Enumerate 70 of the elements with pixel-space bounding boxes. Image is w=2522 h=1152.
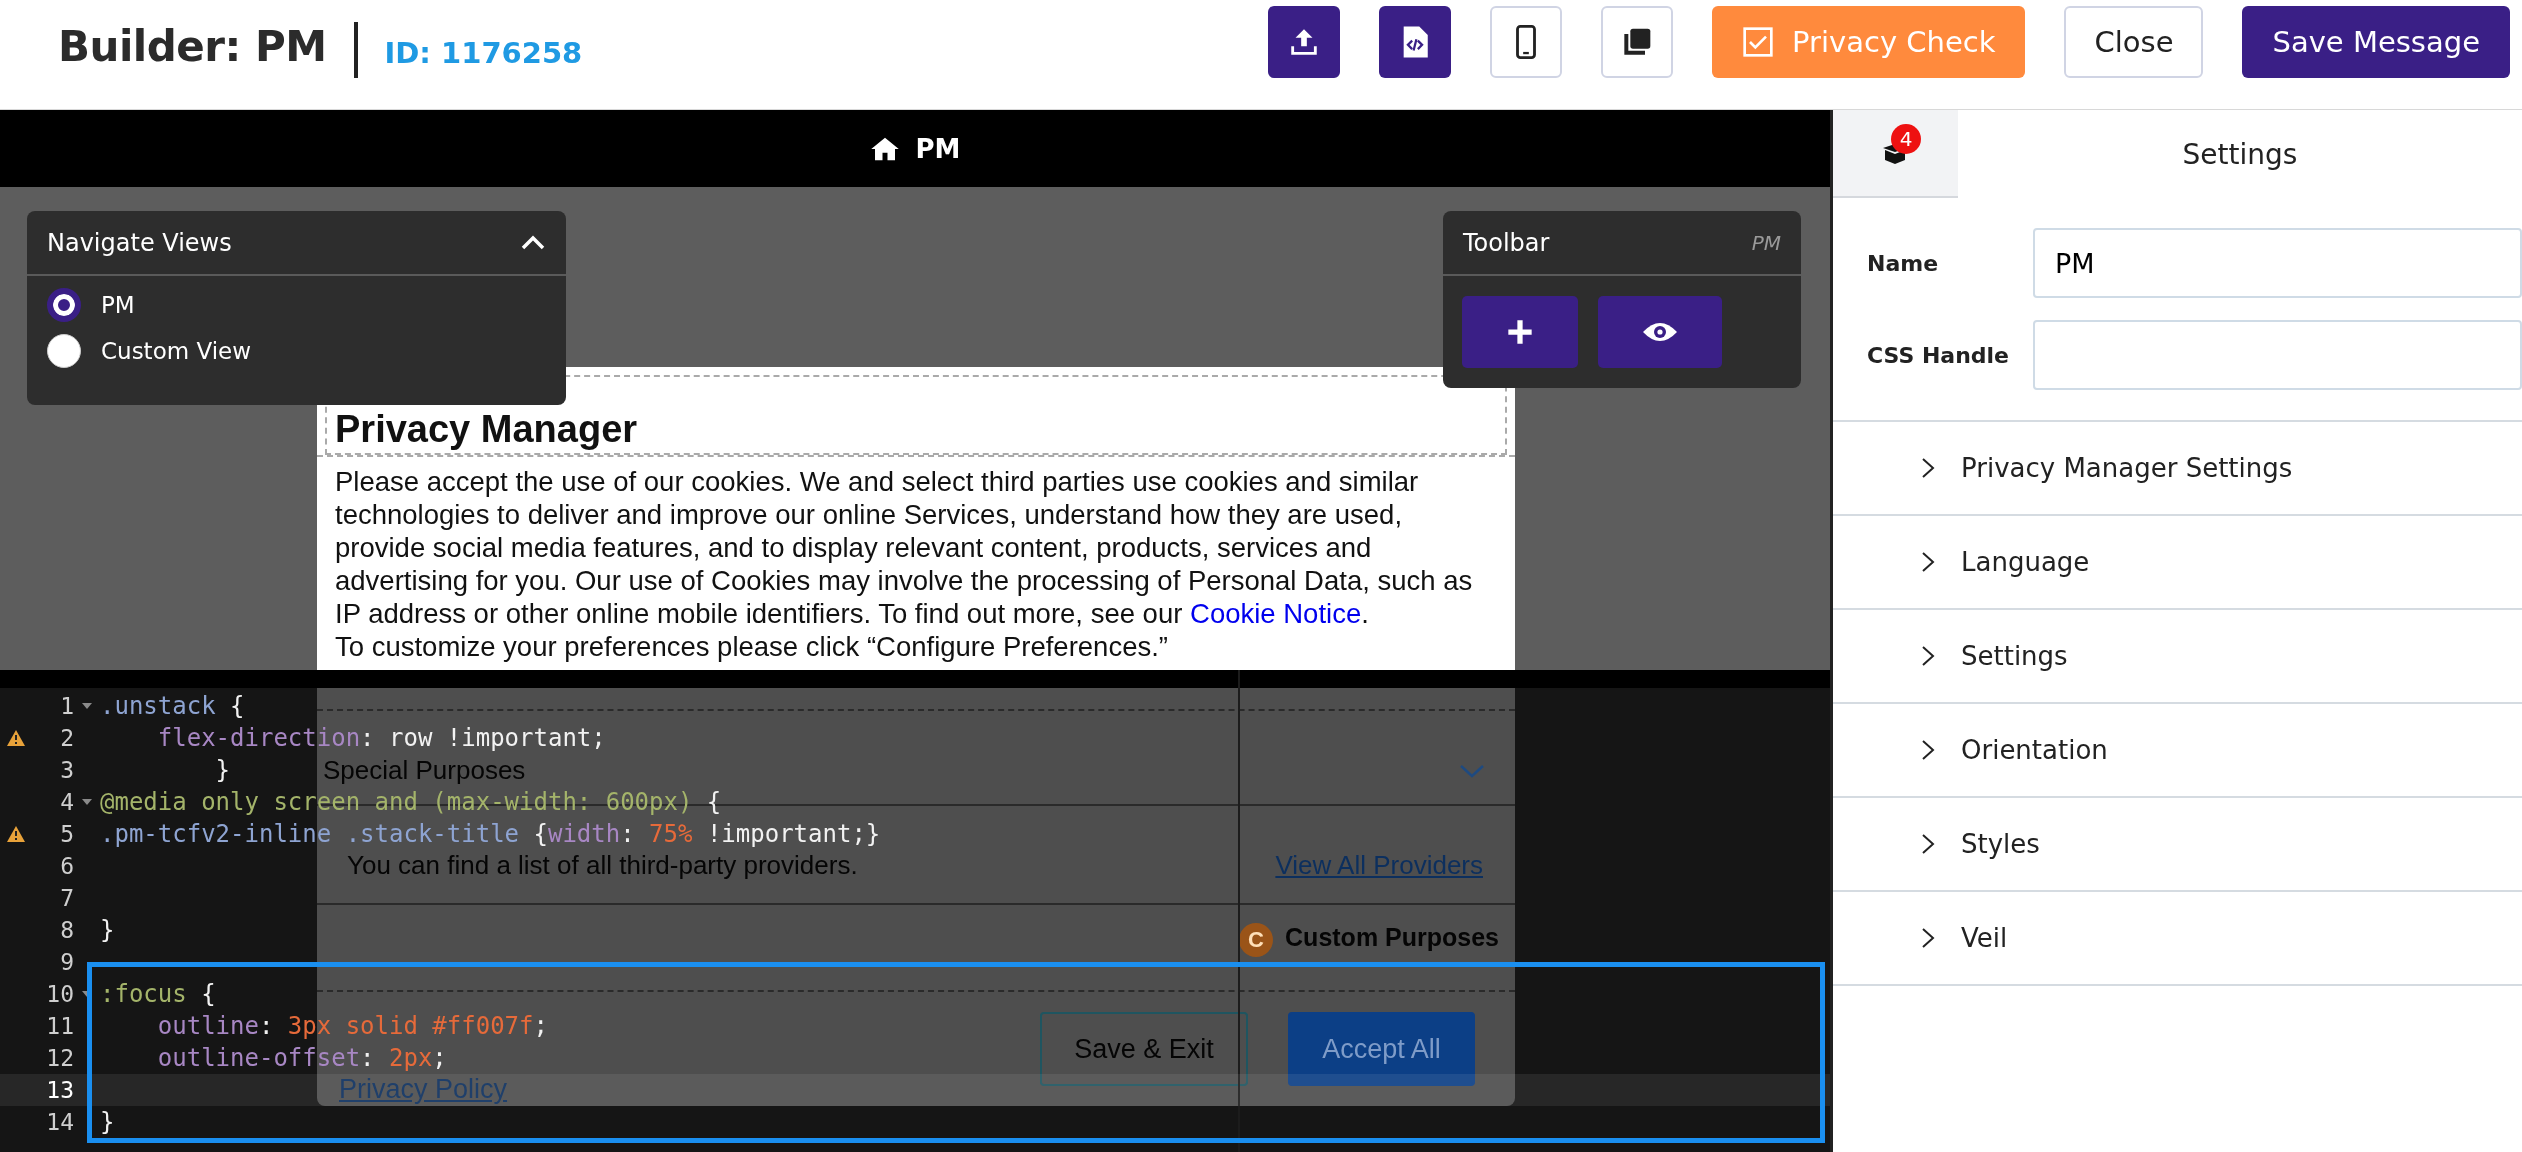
- message-id: ID: 1176258: [384, 36, 583, 70]
- accordion-item[interactable]: Settings: [1833, 610, 2522, 704]
- line-number: 2: [60, 725, 74, 751]
- home-icon: [869, 135, 900, 162]
- code-line: .unstack {: [100, 692, 245, 720]
- line-number: 14: [46, 1109, 74, 1135]
- line-number: 13: [46, 1077, 74, 1103]
- code-line: }: [214, 756, 231, 784]
- checkbox-icon: [1742, 26, 1775, 58]
- field-label: CSS Handle: [1867, 342, 2011, 368]
- category-badge: C: [1239, 923, 1274, 957]
- eye-icon: [1642, 320, 1678, 344]
- field-label: Name: [1867, 250, 1940, 276]
- fold-caret-icon[interactable]: [81, 798, 93, 806]
- line-number: 9: [60, 949, 74, 975]
- copy-button[interactable]: [1601, 6, 1674, 78]
- plus-icon: [1506, 318, 1534, 346]
- code-line: outline-offset: 2px;: [156, 1044, 447, 1072]
- line-number: 8: [60, 917, 74, 943]
- fold-caret-icon[interactable]: [81, 702, 93, 710]
- dialog-title: Privacy Manager: [335, 408, 638, 450]
- chevron-up-icon[interactable]: [520, 234, 546, 251]
- accordion-item[interactable]: Styles: [1833, 798, 2522, 892]
- input-field[interactable]: [2033, 320, 2522, 390]
- count-badge: 4: [1891, 124, 1921, 154]
- add-button[interactable]: [1462, 296, 1578, 368]
- radio-button[interactable]: [47, 288, 81, 322]
- line-number: 3: [60, 757, 74, 783]
- view-title: PM: [915, 133, 961, 164]
- section-title: Special Purposes: [323, 755, 526, 786]
- code-line: flex-direction: row !important;: [156, 724, 606, 752]
- toolbar-button[interactable]: Save Message: [2242, 6, 2510, 78]
- code-line: @media only screen and (max-width: 600px) {: [100, 788, 722, 816]
- accordion-item[interactable]: Privacy Manager Settings: [1833, 422, 2522, 516]
- radio-label[interactable]: Custom View: [101, 338, 251, 364]
- panel-title: Toolbar: [1463, 228, 1550, 257]
- line-number: 12: [46, 1045, 74, 1071]
- components-tab[interactable]: 4: [1833, 110, 1958, 198]
- dialog-button[interactable]: Accept All: [1288, 1012, 1475, 1086]
- line-number: 11: [46, 1013, 74, 1039]
- toolbar-button[interactable]: Close: [2064, 6, 2204, 78]
- line-number: 4: [60, 789, 74, 815]
- mobile-preview-button[interactable]: [1490, 6, 1563, 78]
- code-file-button[interactable]: [1379, 6, 1452, 78]
- code-line: :focus {: [100, 980, 216, 1008]
- accordion-item[interactable]: Orientation: [1833, 704, 2522, 798]
- preview-button[interactable]: [1598, 296, 1722, 368]
- cookie-notice-link[interactable]: Cookie Notice: [1190, 598, 1362, 629]
- custom-purposes-label: Custom Purposes: [1285, 923, 1499, 952]
- code-line: .pm-tcfv2-inline .stack-title {width: 75% !important;}: [100, 820, 881, 848]
- dialog-text: To customize your preferences please click “Configure Preferences.”: [335, 630, 1169, 663]
- accordion-item[interactable]: Veil: [1833, 892, 2522, 986]
- view-name: PM: [1751, 230, 1781, 255]
- input-field[interactable]: PM: [2033, 228, 2522, 298]
- code-line: }: [100, 916, 115, 944]
- code-line: outline: 3px solid #ff007f;: [156, 1012, 548, 1040]
- upload-button[interactable]: [1268, 6, 1341, 78]
- accordion-item[interactable]: Language: [1833, 516, 2522, 610]
- providers-text: You can find a list of all third-party providers.: [347, 850, 858, 881]
- line-number: 7: [60, 885, 74, 911]
- phone-icon: [1515, 25, 1538, 59]
- radio-label[interactable]: PM: [101, 292, 135, 318]
- line-number: 1: [60, 693, 74, 719]
- line-number: 5: [60, 821, 74, 847]
- line-number: 6: [60, 853, 74, 879]
- line-number: 10: [46, 981, 74, 1007]
- panel-title: Navigate Views: [47, 228, 232, 257]
- page-title: Builder: PM: [58, 22, 327, 71]
- code-line: }: [100, 1108, 115, 1136]
- dialog-text: Please accept the use of our cookies. We and select third parties use cookies and similar technologies to deliver and improve our online Services, understand how they are used, provide social media features, and to display relevant content, products, services and advertising for you. Our use of Cookies may involve the processing of Personal Data, such as IP address or other online mobile identifiers. To find out more, see our Cookie Notice.: [335, 465, 1474, 630]
